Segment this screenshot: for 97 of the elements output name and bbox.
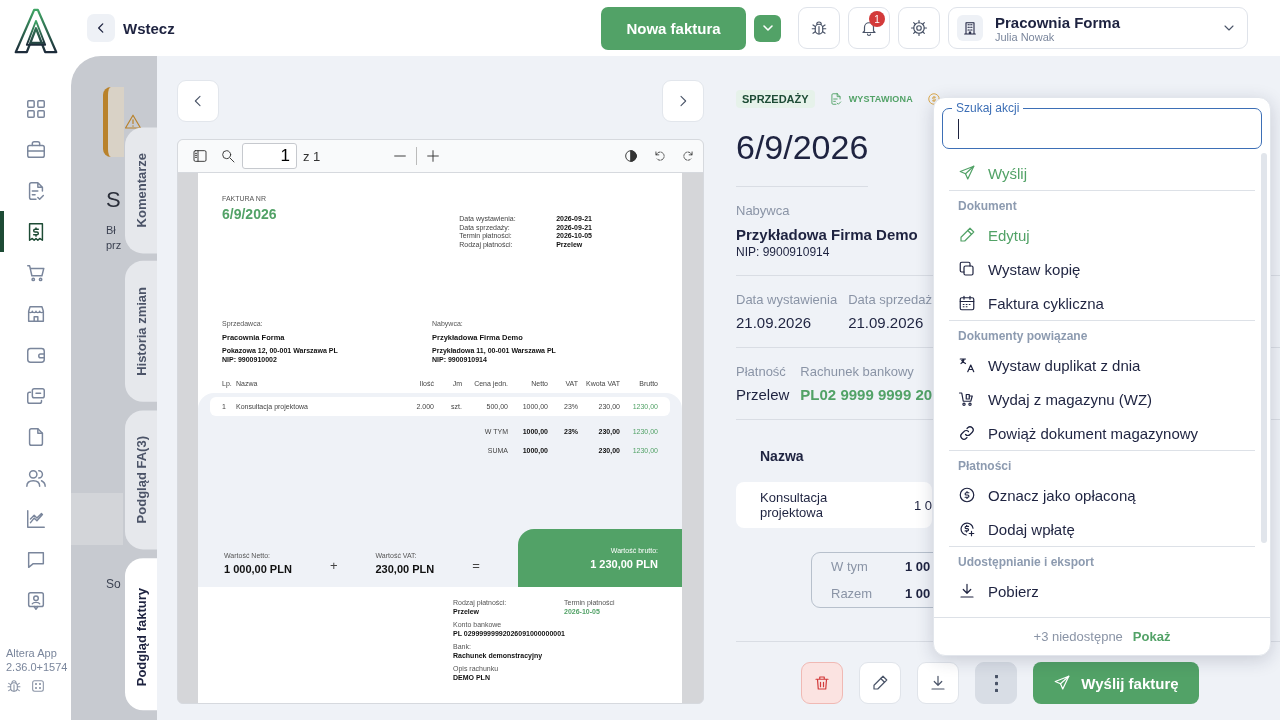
- company-name: Pracownia Forma: [995, 13, 1121, 31]
- field-label: Data sprzedaż: [848, 292, 932, 307]
- translate-icon: [958, 356, 976, 374]
- pencil-icon: [871, 674, 889, 692]
- building-icon: [957, 15, 983, 41]
- menu-item[interactable]: Wystaw duplikat z dnia: [949, 348, 1255, 382]
- plus-sign: +: [328, 558, 339, 575]
- app-version: 2.36.0+1574: [6, 660, 68, 674]
- side-tab[interactable]: Podgląd faktury: [125, 557, 157, 710]
- menu-item[interactable]: Faktura cykliczna: [949, 286, 1255, 320]
- side-tab[interactable]: Komentarze: [125, 127, 157, 254]
- menu-item[interactable]: Wydaj z magazynu (WZ): [949, 382, 1255, 416]
- equals-sign: =: [471, 558, 481, 575]
- total-value: 1 000,00 PLN: [224, 563, 292, 575]
- summary-value: 1 00: [905, 559, 931, 574]
- grid-icon: [24, 97, 47, 120]
- menu-item[interactable]: Dodaj wpłatę: [949, 512, 1255, 546]
- download-icon: [929, 674, 947, 692]
- app-name: Altera App: [6, 646, 58, 660]
- summary-label: W tym: [831, 559, 869, 574]
- pencil-icon: [958, 226, 976, 244]
- calendar-icon: [958, 294, 976, 312]
- buyer-name: Przykładowa Firma Demo: [736, 226, 918, 243]
- notifications-button[interactable]: 1: [848, 7, 890, 49]
- invoice-number: 6/9/2026: [736, 128, 869, 187]
- back-button[interactable]: Wstecz: [87, 14, 175, 42]
- page-heading: S: [106, 187, 121, 213]
- dropdown-button[interactable]: [754, 14, 781, 42]
- section-title: Dokumenty powiązane: [957, 328, 1089, 345]
- section-title: Udostępnianie i eksport: [957, 554, 1096, 571]
- field-value: 21.09.2026: [736, 314, 812, 331]
- field-value: 21.09.2026: [848, 314, 924, 331]
- field-label: Rachunek bankowy: [800, 364, 914, 379]
- app-logo: [12, 8, 59, 54]
- table-cell: 1 0: [913, 497, 932, 513]
- edit-button[interactable]: [859, 662, 901, 704]
- dollar-icon: [958, 486, 976, 504]
- contrast-icon[interactable]: [623, 148, 639, 164]
- total-value: 1 230,00 PLN: [590, 557, 658, 570]
- company-selector[interactable]: Pracownia Forma Julia Nowak: [948, 7, 1248, 49]
- rotate-right-icon[interactable]: [681, 149, 695, 163]
- field-value: Przelew: [736, 386, 790, 403]
- settings-button[interactable]: [898, 7, 940, 49]
- more-icon: [994, 674, 998, 692]
- notification-badge: 1: [869, 11, 885, 27]
- download-icon: [958, 582, 976, 600]
- menu-item[interactable]: Pobierz: [949, 574, 1255, 608]
- search-icon[interactable]: [220, 148, 236, 164]
- zoom-in-icon[interactable]: [425, 148, 442, 164]
- side-tab[interactable]: Historia zmian: [125, 261, 157, 403]
- sidebar-toggle-icon[interactable]: [192, 148, 208, 164]
- side-tab[interactable]: Podgląd FA(3): [125, 410, 157, 550]
- rotate-left-icon[interactable]: [653, 149, 667, 163]
- field-label: Data wystawienia: [736, 292, 838, 307]
- trash-icon: [813, 674, 831, 692]
- total-value: 230,00 PLN: [375, 563, 435, 575]
- dice-icon[interactable]: [30, 678, 46, 694]
- status-label: WYSTAWIONA: [848, 94, 913, 104]
- page-description: Bł prz: [106, 223, 122, 253]
- buyer-nip: NIP: 9900910914: [736, 245, 830, 259]
- summary-value: 1 00: [905, 586, 931, 601]
- user-name: Julia Nowak: [995, 30, 1055, 43]
- type-badge: SPRZEDAŻY: [736, 90, 815, 108]
- chart-icon: [24, 507, 47, 530]
- scrollbar-thumb[interactable]: [1261, 153, 1267, 543]
- download-button[interactable]: [917, 662, 959, 704]
- link-icon: [958, 424, 976, 442]
- delete-button[interactable]: [801, 662, 843, 704]
- page-count: z 1: [303, 148, 321, 164]
- send-icon: [958, 164, 976, 182]
- summary-label: Razem: [831, 586, 874, 601]
- column-header: Nazwa: [760, 448, 804, 464]
- settings-icon: [910, 19, 928, 37]
- add-payment-icon: [958, 520, 976, 538]
- chevron-left-icon: [87, 14, 115, 42]
- cart-icon: [958, 390, 976, 408]
- menu-item[interactable]: Oznacz jako opłaconą: [949, 478, 1255, 512]
- field-label: Płatność: [736, 364, 786, 379]
- send-icon: [1053, 674, 1072, 692]
- field-label: Nabywca: [736, 203, 790, 218]
- briefcase-icon: [24, 138, 47, 161]
- unavailable-count: +3 niedostępne: [1033, 629, 1123, 644]
- table-cell-text: Konsultacja projektowa: [760, 490, 829, 520]
- page-number-field[interactable]: 1: [242, 143, 297, 169]
- bug-report-button[interactable]: [798, 7, 840, 49]
- bug-icon[interactable]: [6, 678, 22, 694]
- bug-icon: [810, 19, 828, 37]
- menu-item[interactable]: Wystaw kopię: [949, 252, 1255, 286]
- section-title: Płatności: [957, 458, 1013, 475]
- menu-item[interactable]: Powiąż dokument magazynowy: [949, 416, 1255, 450]
- copy-icon: [958, 260, 976, 278]
- section-title: Dokument: [957, 198, 1018, 215]
- invoice-number: 6/9/2026: [222, 206, 277, 222]
- document-check-icon: [828, 92, 843, 106]
- field-value: PL02 9999 9999 20: [800, 386, 933, 403]
- section-label: So: [106, 577, 121, 591]
- coin-icon: [926, 92, 941, 106]
